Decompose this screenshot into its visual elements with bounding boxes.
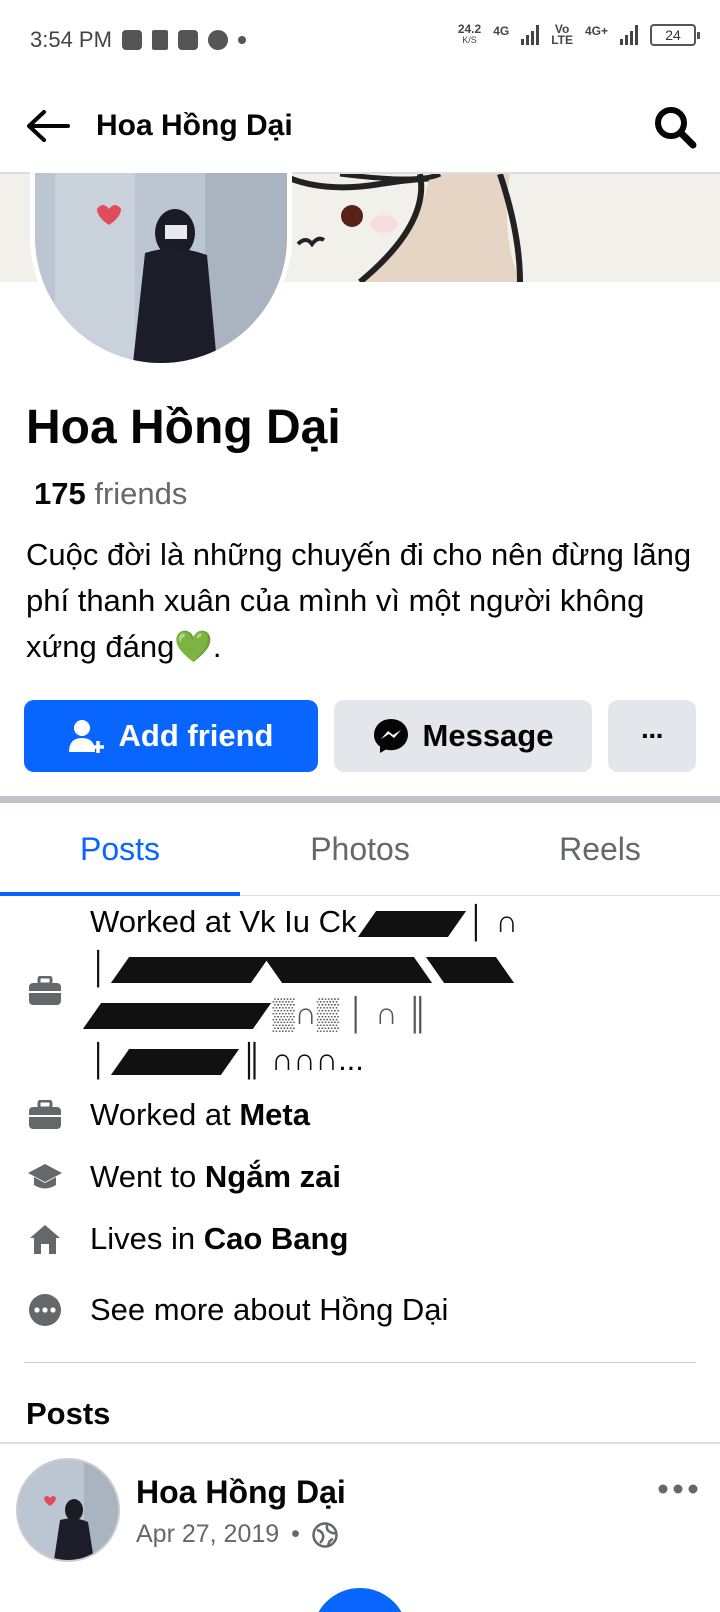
search-icon [655, 107, 697, 149]
posts-section-title: Posts [26, 1396, 111, 1431]
tab-reels[interactable]: Reels [480, 803, 720, 895]
profile-actions: Add friend Message ··· [24, 700, 696, 772]
more-notifications-dot [237, 36, 246, 44]
lte-label: LTE [551, 33, 573, 47]
battery-icon: 24 [650, 24, 700, 46]
profile-bio: Cuộc đời là những chuyến đi cho nên đừng… [26, 537, 692, 664]
network-speed: 24.2 K/S [457, 22, 482, 46]
post-author-avatar[interactable] [16, 1458, 120, 1562]
detail-work-2: Worked at Meta [0, 1084, 720, 1146]
decorative-glyphs [110, 1048, 240, 1075]
profile-tabs: Posts Photos Reels [0, 803, 720, 896]
work-1-end: ∩∩∩... [271, 1042, 364, 1077]
arrow-left-icon [27, 110, 70, 142]
speed-unit: K/S [462, 35, 477, 45]
profile-picture[interactable] [30, 168, 292, 368]
profile-name: Hoa Hồng Dại [26, 401, 341, 454]
status-time: 3:54 PM [30, 27, 112, 52]
add-friend-icon [68, 720, 104, 753]
decorative-glyphs [110, 956, 270, 983]
post-meta: Apr 27, 2019 • [136, 1520, 338, 1549]
notification-icons [121, 30, 246, 50]
decorative-glyphs [263, 956, 432, 983]
post-date[interactable]: Apr 27, 2019 [136, 1520, 279, 1549]
search-button[interactable] [650, 102, 700, 152]
floating-action-button[interactable] [312, 1588, 408, 1612]
add-friend-button[interactable]: Add friend [24, 700, 318, 772]
detail-work-1: Worked at Vk Iu Ck │ ∩ │ ▒∩▒ │ ∩ ║ │ ║ ∩… [0, 898, 720, 1084]
decorative-glyphs: ▒∩▒ │ ∩ ║ [272, 996, 429, 1031]
detail-hometown: Lives in Cao Bang [0, 1208, 720, 1270]
education-value[interactable]: Ngắm zai [205, 1159, 341, 1194]
globe-icon [312, 1521, 338, 1548]
message-button[interactable]: Message [334, 700, 592, 772]
more-horizontal-icon [658, 1484, 698, 1494]
network-type-2: 4G+ [584, 24, 608, 38]
play-icon [207, 30, 228, 50]
profile-details: Worked at Vk Iu Ck │ ∩ │ ▒∩▒ │ ∩ ║ │ ║ ∩… [0, 898, 720, 1350]
hometown-label: Lives in [90, 1221, 196, 1256]
decorative-glyphs: │ ∩ [467, 904, 518, 939]
see-more-about-label: See more about Hồng Dại [90, 1292, 449, 1327]
education-label: Went to [90, 1159, 197, 1194]
meta-separator: • [291, 1520, 300, 1548]
signal-icon [521, 25, 540, 45]
header-title: Hoa Hồng Dại [96, 109, 293, 142]
briefcase-icon [0, 1100, 90, 1130]
more-actions-button[interactable]: ··· [608, 700, 696, 772]
post-options-button[interactable] [658, 1482, 698, 1500]
detail-hometown-text: Lives in Cao Bang [90, 1216, 348, 1262]
work-2-label: Worked at [90, 1097, 231, 1132]
tab-photos[interactable]: Photos [240, 803, 480, 895]
volte-icon: Vo LTE [551, 23, 573, 47]
decorative-glyphs: │ [90, 1042, 110, 1077]
post-header: Hoa Hồng Dại Apr 27, 2019 • [16, 1458, 706, 1568]
detail-education: Went to Ngắm zai [0, 1146, 720, 1208]
status-indicators: 24.2 K/S 4G Vo LTE 4G+ 24 [457, 22, 700, 47]
author-photo [18, 1460, 118, 1560]
see-more-about[interactable]: See more about Hồng Dại [0, 1270, 720, 1350]
friends-label: friends [94, 476, 188, 511]
decorative-glyphs [357, 910, 467, 937]
add-friend-label: Add friend [118, 718, 274, 753]
decorative-glyphs [82, 1002, 272, 1029]
app-notification-icon [121, 30, 142, 50]
more-actions-icon: ··· [641, 720, 665, 751]
app-notification-icon [177, 30, 198, 50]
top-app-bar: Hoa Hồng Dại [0, 80, 720, 174]
network-type: 4G [493, 24, 510, 38]
detail-work-2-text: Worked at Meta [90, 1092, 310, 1138]
detail-education-text: Went to Ngắm zai [90, 1154, 341, 1200]
post-divider [0, 1442, 720, 1444]
decorative-glyphs: │ [90, 950, 110, 985]
decorative-glyphs [426, 956, 515, 983]
messenger-icon [373, 719, 408, 753]
signal-icon [620, 25, 638, 45]
section-divider [0, 796, 720, 803]
status-bar: 3:54 PM 24.2 K/S 4G Vo LTE 4G+ 24 [0, 0, 720, 80]
hometown-value[interactable]: Cao Bang [204, 1221, 349, 1256]
graduation-cap-icon [0, 1162, 90, 1192]
speed-value: 24.2 [457, 22, 482, 36]
friends-number: 175 [34, 476, 86, 511]
more-dots-icon [0, 1293, 90, 1327]
friends-count[interactable]: 175 friends [34, 476, 187, 512]
message-label: Message [422, 718, 554, 753]
home-icon [0, 1223, 90, 1255]
app-notification-icon [151, 30, 168, 50]
decorative-glyphs: ║ [240, 1042, 263, 1077]
work-2-value[interactable]: Meta [239, 1097, 310, 1132]
briefcase-icon [0, 976, 90, 1006]
post-author-name[interactable]: Hoa Hồng Dại [136, 1474, 346, 1511]
divider [24, 1362, 696, 1363]
back-button[interactable] [0, 79, 96, 173]
detail-work-1-text: Worked at Vk Iu Ck │ ∩ │ ▒∩▒ │ ∩ ║ │ ║ ∩… [82, 899, 690, 1083]
work-1-label: Worked at Vk Iu Ck [90, 904, 357, 939]
profile-photo [35, 173, 287, 363]
tab-posts[interactable]: Posts [0, 803, 240, 896]
